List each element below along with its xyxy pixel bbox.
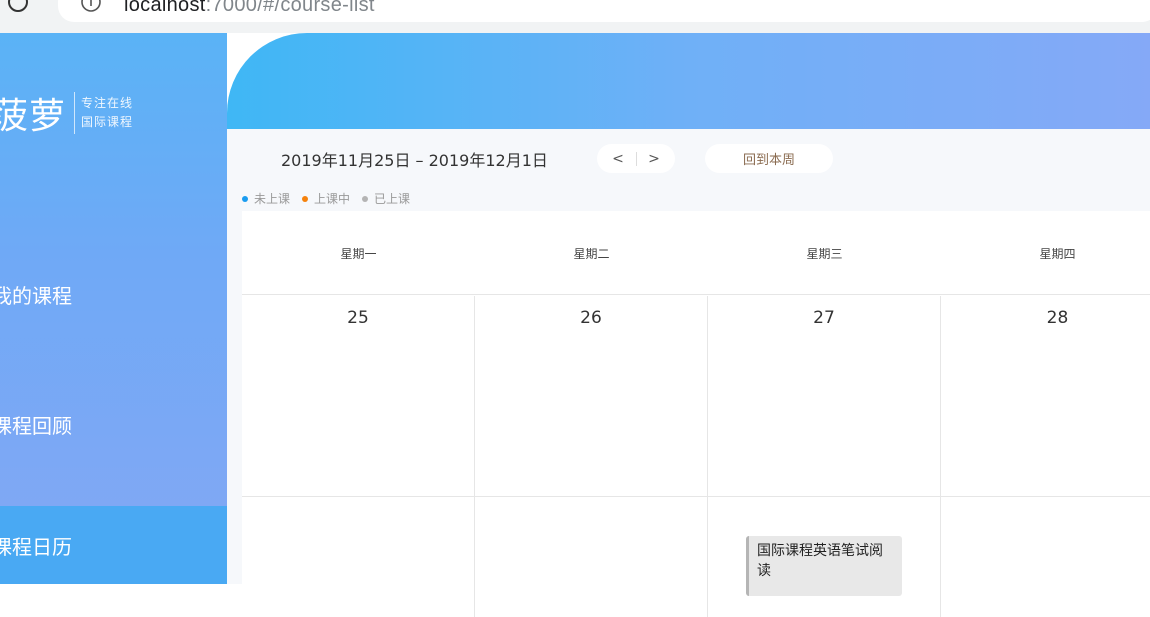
- browser-toolbar: localhost:7000/#/course-list: [0, 0, 1150, 33]
- legend-item-finished: 已上课: [362, 190, 410, 207]
- brand-logo[interactable]: 菠萝 专注在线 国际课程: [0, 88, 133, 138]
- sidebar-item-course-calendar[interactable]: 课程日历: [0, 506, 227, 584]
- sidebar: 菠萝 专注在线 国际课程 我的课程 课程回顾 课程日历: [0, 33, 227, 584]
- prev-week-button[interactable]: <: [609, 151, 627, 167]
- url-path: :7000/#/course-list: [205, 0, 375, 16]
- week-navigator: < >: [597, 144, 675, 173]
- url-host: localhost: [124, 0, 206, 16]
- sidebar-item-label: 课程日历: [0, 534, 72, 559]
- time-slot-cell[interactable]: 国际课程英语笔试阅读: [708, 497, 941, 617]
- sidebar-item-my-courses[interactable]: 我的课程: [0, 255, 227, 333]
- brand-name: 菠萝: [0, 96, 67, 137]
- day-cell[interactable]: 28: [941, 296, 1150, 497]
- time-slot-cell[interactable]: [242, 497, 475, 617]
- reload-icon[interactable]: [6, 0, 30, 14]
- legend-label: 上课中: [314, 192, 351, 206]
- day-number: 26: [580, 308, 602, 328]
- legend-item-not-started: 未上课: [242, 190, 290, 207]
- course-event-card[interactable]: 国际课程英语笔试阅读: [746, 536, 902, 596]
- sidebar-item-label: 课程回顾: [0, 413, 72, 438]
- gray-dot-icon: [362, 195, 369, 202]
- brand-divider: [74, 92, 76, 134]
- date-range: 2019年11月25日 – 2019年12月1日: [281, 151, 548, 170]
- brand-tag-line2: 国际课程: [81, 115, 134, 129]
- header-banner: [227, 33, 1150, 129]
- day-number: 27: [813, 308, 835, 328]
- back-to-this-week-button[interactable]: 回到本周: [705, 144, 833, 173]
- course-event-title: 国际课程英语笔试阅读: [757, 543, 883, 579]
- day-number: 28: [1046, 308, 1069, 328]
- divider: [635, 151, 637, 166]
- brand-tag-line1: 专注在线: [81, 96, 134, 110]
- time-slot-cell[interactable]: [475, 497, 708, 617]
- weekday-thursday: 星期四: [1039, 246, 1076, 261]
- weekday-tuesday: 星期二: [573, 246, 610, 261]
- day-number: 25: [347, 308, 369, 328]
- sidebar-item-label: 我的课程: [0, 283, 72, 308]
- legend-label: 已上课: [374, 192, 411, 206]
- orange-dot-icon: [302, 195, 309, 202]
- week-calendar: 星期一 星期二 星期三 星期四 25 26 27 28 国际课程英语笔试阅读: [242, 211, 1150, 617]
- day-cell[interactable]: 25: [242, 296, 475, 497]
- weekday-monday: 星期一: [340, 246, 377, 261]
- next-week-button[interactable]: >: [645, 151, 663, 167]
- weekday-wednesday: 星期三: [806, 246, 843, 261]
- brand-tagline: 专注在线 国际课程: [81, 94, 133, 132]
- blue-dot-icon: [242, 195, 248, 202]
- calendar-header: 星期一 星期二 星期三 星期四: [242, 211, 1150, 295]
- site-info-icon[interactable]: [80, 0, 102, 13]
- legend-label: 未上课: [254, 192, 291, 206]
- day-cell[interactable]: 27: [708, 296, 941, 497]
- day-cell[interactable]: 26: [475, 296, 708, 497]
- time-slot-cell[interactable]: [941, 497, 1150, 617]
- legend-item-in-progress: 上课中: [302, 190, 350, 207]
- url-text[interactable]: localhost:7000/#/course-list: [124, 0, 375, 17]
- status-legend: 未上课 上课中 已上课: [242, 190, 410, 207]
- sidebar-item-course-review[interactable]: 课程回顾: [0, 385, 227, 463]
- main-panel: 2019年11月25日 – 2019年12月1日 < > 回到本周 未上课 上课…: [227, 129, 1150, 617]
